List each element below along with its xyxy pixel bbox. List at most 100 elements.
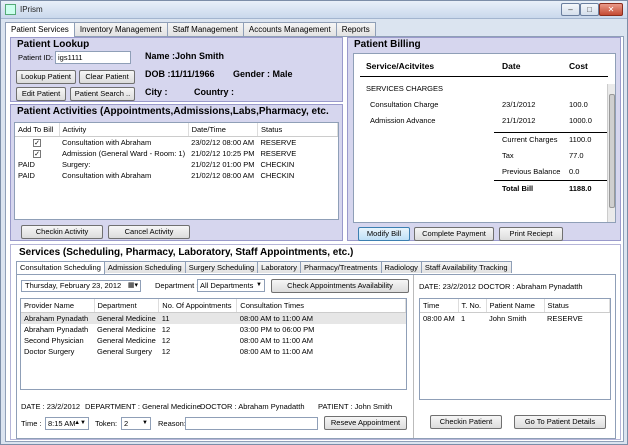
tab-reports[interactable]: Reports [335, 22, 376, 36]
close-button[interactable]: ✕ [599, 3, 623, 16]
tab-accounts-management[interactable]: Accounts Management [242, 22, 337, 36]
col-token-no[interactable]: T. No. [458, 299, 487, 313]
cancel-activity-button[interactable]: Cancel Activity [108, 225, 190, 239]
checkin-patient-button[interactable]: Checkin Patient [430, 415, 502, 429]
appointments-count-cell: 12 [161, 347, 171, 356]
activity-cell: Admission (General Ward - Room: 1) [62, 149, 186, 158]
table-row[interactable]: Abraham Pynadath General Medicine 12 03:… [21, 324, 406, 335]
checkin-activity-button[interactable]: Checkin Activity [21, 225, 103, 239]
go-to-patient-details-button[interactable]: Go To Patient Details [514, 415, 606, 429]
billing-col-service: Service/Acitvites [366, 61, 435, 71]
reason-label: Reason: [158, 419, 186, 428]
token-select[interactable]: 2 ▼ [121, 417, 151, 430]
table-row[interactable]: 08:00 AM 1 John Smith RESERVE [420, 313, 610, 325]
patient-id-input[interactable]: igs1111 [55, 51, 131, 64]
datetime-cell: 21/02/12 08:00 AM [191, 171, 255, 180]
tab-staff-management[interactable]: Staff Management [166, 22, 244, 36]
tab-staff-availability-tracking[interactable]: Staff Availability Tracking [420, 261, 512, 273]
col-schedule-status[interactable]: Status [544, 299, 610, 313]
table-row[interactable]: Second Physician General Medicine 12 08:… [21, 335, 406, 346]
status-cell: RESERVE [260, 149, 297, 158]
col-add-to-bill[interactable]: Add To Bill [15, 123, 60, 137]
billing-scrollbar[interactable] [607, 84, 615, 222]
pane-divider [413, 275, 414, 438]
billing-item-date: 21/1/2012 [502, 116, 536, 125]
tab-consultation-scheduling[interactable]: Consultation Scheduling [16, 261, 105, 274]
provider-cell: Abraham Pynadath [24, 314, 89, 323]
table-row[interactable]: Doctor Surgery General Surgery 12 08:00 … [21, 346, 406, 357]
title-bar: IPrism – □ ✕ [1, 1, 627, 19]
minimize-button[interactable]: – [561, 3, 580, 16]
add-to-bill-checkbox[interactable]: ✓ [33, 139, 41, 147]
tab-pharmacy-treatments[interactable]: Pharmacy/Treatments [300, 261, 382, 273]
col-no-of-appointments[interactable]: No. Of Appointments [158, 299, 238, 313]
datetime-cell: 23/02/12 08:00 AM [191, 138, 255, 147]
appointments-count-cell: 11 [161, 314, 170, 323]
tab-laboratory[interactable]: Laboratory [257, 261, 302, 273]
table-row[interactable]: ✓ Consultation with Abraham 23/02/12 08:… [15, 137, 338, 149]
date-picker[interactable]: Thursday, February 23, 2012 ▦▾ [21, 280, 141, 292]
tax-label: Tax [502, 151, 514, 160]
tab-inventory-management[interactable]: Inventory Management [73, 22, 168, 36]
scrollbar-thumb[interactable] [609, 94, 615, 208]
maximize-button[interactable]: □ [580, 3, 599, 16]
col-activity[interactable]: Activity [59, 123, 189, 137]
services-heading: Services (Scheduling, Pharmacy, Laborato… [19, 247, 354, 258]
schedule-header: DATE: 23/2/2012 DOCTOR : Abraham Pynadat… [419, 282, 583, 291]
col-time[interactable]: Time [420, 299, 459, 313]
table-row[interactable]: PAID Consultation with Abraham 21/02/12 … [15, 170, 338, 181]
consultation-scheduling-pane: Thursday, February 23, 2012 ▦▾ Departmen… [16, 274, 616, 439]
summary-divider [494, 132, 608, 133]
tab-surgery-scheduling[interactable]: Surgery Scheduling [184, 261, 259, 273]
patient-city: City : [145, 87, 168, 97]
times-cell: 08:00 AM to 11:00 AM [239, 336, 314, 345]
time-spinner[interactable]: 8:15 AM ▲▼ [45, 417, 89, 430]
clear-patient-button[interactable]: Clear Patient [79, 70, 135, 84]
tab-patient-services[interactable]: Patient Services [5, 22, 75, 37]
modify-bill-button[interactable]: Modify Bill [358, 227, 410, 241]
print-receipt-button[interactable]: Print Reciept [499, 227, 563, 241]
token-value: 2 [124, 419, 129, 428]
calendar-icon[interactable]: ▦▾ [128, 281, 138, 291]
reserve-appointment-button[interactable]: Reseve Appointment [324, 416, 407, 430]
billing-item-name: Consultation Charge [370, 100, 439, 109]
table-row[interactable]: Abraham Pynadath General Medicine 11 08:… [21, 312, 406, 324]
table-row[interactable]: PAID Surgery: 21/02/12 01:00 PM CHECKIN [15, 159, 338, 170]
col-department[interactable]: Department [94, 299, 160, 313]
patient-name-cell: John Smith [489, 314, 527, 323]
billing-item-date: 23/1/2012 [502, 100, 536, 109]
selected-date: DATE : 23/2/2012 [21, 402, 81, 411]
col-patient-name[interactable]: Patient Name [486, 299, 545, 313]
selected-doctor: DOCTOR : Abraham Pynadatth [200, 402, 305, 411]
billing-col-date: Date [502, 61, 521, 71]
chevron-down-icon: ▼ [256, 282, 262, 288]
status-cell: CHECKIN [260, 171, 295, 180]
reason-input[interactable] [185, 417, 318, 430]
patient-search-button[interactable]: Patient Search .. [70, 87, 135, 101]
tab-radiology[interactable]: Radiology [380, 261, 422, 273]
total-divider [494, 180, 608, 181]
check-appointments-availability-button[interactable]: Check Appointments Availability [271, 279, 409, 293]
department-select[interactable]: All Departments ▼ [197, 279, 265, 292]
patient-activities-panel: Patient Activities (Appointments,Admissi… [10, 104, 343, 241]
department-cell: General Medicine [97, 325, 156, 334]
col-provider-name[interactable]: Provider Name [21, 299, 95, 313]
col-date-time[interactable]: Date/Time [188, 123, 258, 137]
status-cell: RESERVE [260, 138, 297, 147]
complete-payment-button[interactable]: Complete Payment [414, 227, 494, 241]
spinner-arrows-icon[interactable]: ▲▼ [74, 418, 86, 429]
department-cell: General Surgery [97, 347, 153, 356]
provider-cell: Doctor Surgery [24, 347, 75, 356]
datetime-cell: 21/02/12 01:00 PM [191, 160, 255, 169]
col-status[interactable]: Status [257, 123, 338, 137]
department-value: All Departments [200, 281, 254, 290]
schedule-table: Time T. No. Patient Name Status 08:00 AM… [419, 298, 611, 400]
edit-patient-button[interactable]: Edit Patient [16, 87, 66, 101]
tab-admission-scheduling[interactable]: Admission Scheduling [103, 261, 186, 273]
lookup-patient-button[interactable]: Lookup Patient [16, 70, 76, 84]
add-to-bill-checkbox[interactable]: ✓ [33, 150, 41, 158]
table-row[interactable]: ✓ Admission (General Ward - Room: 1) 21/… [15, 148, 338, 159]
patient-billing-heading: Patient Billing [354, 39, 421, 50]
col-consultation-times[interactable]: Consultation Times [236, 299, 406, 313]
activity-cell: Consultation with Abraham [62, 171, 152, 180]
